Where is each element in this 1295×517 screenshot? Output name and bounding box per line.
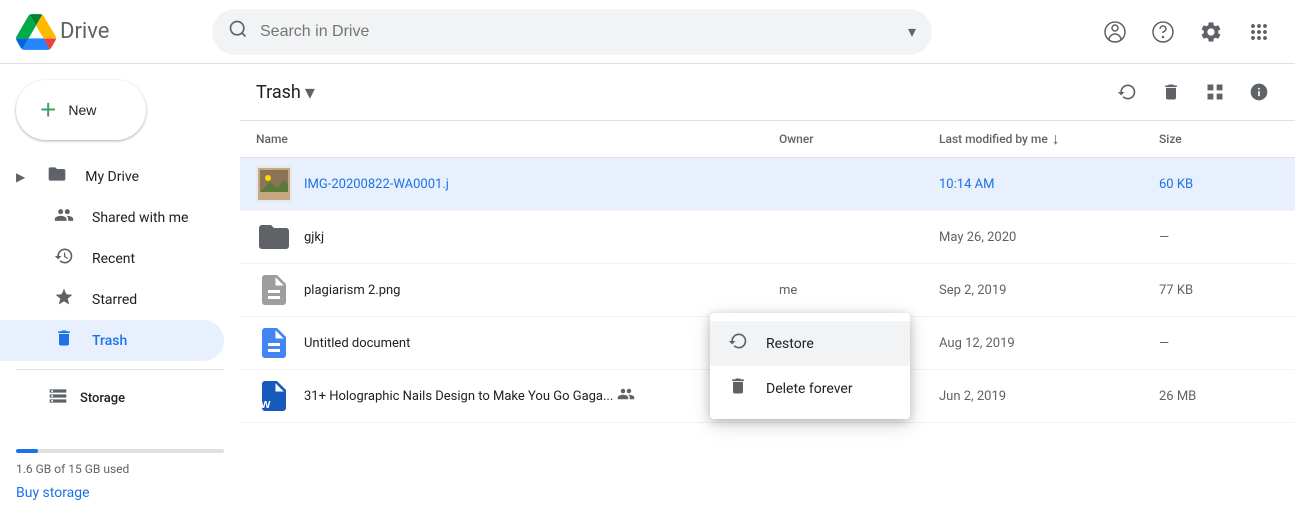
table-row[interactable]: IMG-20200822-WA0001.j 10:14 AM 60 KB bbox=[240, 158, 1295, 211]
delete-forever-label: Delete forever bbox=[766, 381, 853, 397]
file-name: gjkj bbox=[304, 230, 779, 245]
file-owner: me bbox=[779, 283, 939, 298]
file-modified: 10:14 AM bbox=[939, 177, 1159, 192]
sidebar-item-trash[interactable]: Trash bbox=[0, 320, 224, 361]
delete-forever-icon bbox=[726, 376, 750, 401]
settings-button[interactable] bbox=[1191, 12, 1231, 52]
my-drive-icon bbox=[45, 164, 69, 189]
file-size: 77 KB bbox=[1159, 283, 1279, 298]
starred-icon bbox=[52, 287, 76, 312]
file-modified: Jun 2, 2019 bbox=[939, 389, 1159, 404]
trash-icon bbox=[52, 328, 76, 353]
new-button-label: New bbox=[68, 102, 96, 118]
expand-arrow-icon[interactable]: ▶ bbox=[16, 170, 25, 184]
storage-used-text: 1.6 GB of 15 GB used bbox=[16, 462, 129, 476]
logo-area: Drive bbox=[16, 12, 196, 52]
svg-text:W: W bbox=[261, 399, 271, 411]
grid-view-button[interactable] bbox=[1195, 72, 1235, 112]
sidebar-item-trash-label: Trash bbox=[92, 333, 127, 349]
folder-icon bbox=[256, 219, 292, 255]
sidebar-item-starred[interactable]: Starred bbox=[0, 279, 224, 320]
sort-arrow-icon: ↓ bbox=[1052, 129, 1060, 149]
empty-trash-button[interactable] bbox=[1151, 72, 1191, 112]
header: Drive ▾ bbox=[0, 0, 1295, 64]
toolbar-actions bbox=[1107, 72, 1279, 112]
sidebar-item-shared[interactable]: Shared with me bbox=[0, 197, 224, 238]
shared-with-me-icon bbox=[52, 205, 76, 230]
account-circle-button[interactable] bbox=[1095, 12, 1135, 52]
restore-label: Restore bbox=[766, 336, 814, 352]
file-list-header: Name Owner Last modified by me ↓ Size bbox=[240, 121, 1295, 158]
storage-section-header: Storage bbox=[0, 378, 240, 419]
file-modified: May 26, 2020 bbox=[939, 230, 1159, 245]
main-layout: + New ▶ My Drive Shared bbox=[0, 64, 1295, 517]
header-size: Size bbox=[1159, 132, 1279, 146]
file-size: 60 KB bbox=[1159, 177, 1279, 192]
sidebar-item-shared-label: Shared with me bbox=[92, 210, 188, 226]
buy-storage-link[interactable]: Buy storage bbox=[16, 485, 224, 501]
png-file-icon bbox=[256, 272, 292, 308]
search-bar[interactable]: ▾ bbox=[212, 9, 932, 55]
file-size: 26 MB bbox=[1159, 389, 1279, 404]
header-name: Name bbox=[256, 132, 779, 146]
toolbar-title: Trash ▾ bbox=[256, 80, 315, 104]
shared-users-icon bbox=[617, 385, 637, 407]
logo-text: Drive bbox=[60, 19, 109, 44]
file-name: 31+ Holographic Nails Design to Make You… bbox=[304, 385, 779, 407]
file-modified: Aug 12, 2019 bbox=[939, 336, 1159, 351]
doc-file-icon bbox=[256, 325, 292, 361]
storage-label: Storage bbox=[80, 391, 125, 406]
table-row[interactable]: plagiarism 2.png me Sep 2, 2019 77 KB bbox=[240, 264, 1295, 317]
word-file-icon: W bbox=[256, 378, 292, 414]
apps-button[interactable] bbox=[1239, 12, 1279, 52]
file-name: Untitled document bbox=[304, 336, 779, 351]
new-button[interactable]: + New bbox=[16, 80, 146, 140]
storage-fill bbox=[16, 449, 38, 453]
header-actions bbox=[1095, 12, 1279, 52]
file-modified: Sep 2, 2019 bbox=[939, 283, 1159, 298]
sidebar-item-recent-label: Recent bbox=[92, 251, 135, 267]
storage-bar bbox=[16, 449, 224, 453]
drive-logo-icon bbox=[16, 12, 56, 52]
restore-icon bbox=[726, 331, 750, 356]
sidebar-item-starred-label: Starred bbox=[92, 292, 137, 308]
restore-menu-item[interactable]: Restore bbox=[710, 321, 910, 366]
file-name: plagiarism 2.png bbox=[304, 283, 779, 298]
file-size: — bbox=[1159, 336, 1279, 351]
search-input[interactable] bbox=[260, 23, 896, 41]
sidebar: + New ▶ My Drive Shared bbox=[0, 64, 240, 517]
sidebar-item-recent[interactable]: Recent bbox=[0, 238, 224, 279]
sidebar-divider bbox=[16, 369, 224, 370]
toolbar-title-text: Trash bbox=[256, 82, 301, 103]
file-list-container: IMG-20200822-WA0001.j 10:14 AM 60 KB gjk… bbox=[240, 158, 1295, 517]
help-button[interactable] bbox=[1143, 12, 1183, 52]
info-button[interactable] bbox=[1239, 72, 1279, 112]
app-container: Drive ▾ bbox=[0, 0, 1295, 517]
sidebar-item-my-drive-label: My Drive bbox=[85, 169, 139, 185]
search-icon bbox=[228, 19, 248, 44]
content-area: Trash ▾ bbox=[240, 64, 1295, 517]
file-name: IMG-20200822-WA0001.j bbox=[304, 177, 779, 192]
context-menu: Restore Delete forever bbox=[710, 313, 910, 419]
header-owner: Owner bbox=[779, 132, 939, 146]
delete-forever-menu-item[interactable]: Delete forever bbox=[710, 366, 910, 411]
storage-info: 1.6 GB of 15 GB used Buy storage bbox=[0, 433, 240, 509]
image-file-icon bbox=[256, 166, 292, 202]
recent-icon bbox=[52, 246, 76, 271]
header-modified: Last modified by me ↓ bbox=[939, 129, 1159, 149]
sidebar-item-my-drive[interactable]: ▶ My Drive bbox=[0, 156, 224, 197]
toolbar-dropdown-icon[interactable]: ▾ bbox=[305, 80, 315, 104]
content-toolbar: Trash ▾ bbox=[240, 64, 1295, 121]
storage-icon bbox=[48, 386, 68, 411]
restore-all-button[interactable] bbox=[1107, 72, 1147, 112]
search-chevron-icon[interactable]: ▾ bbox=[908, 22, 916, 41]
new-plus-icon: + bbox=[40, 96, 56, 124]
file-size: — bbox=[1159, 230, 1279, 245]
table-row[interactable]: gjkj May 26, 2020 — bbox=[240, 211, 1295, 264]
